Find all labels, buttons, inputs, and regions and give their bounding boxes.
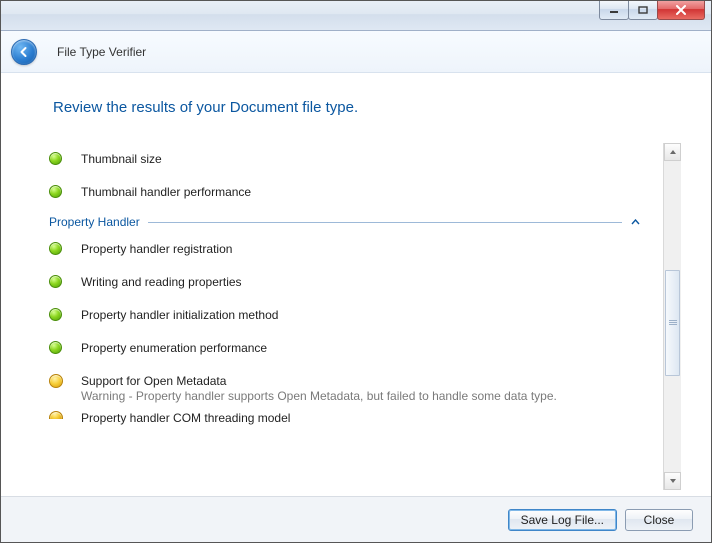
results-list: Thumbnail size Thumbnail handler perform…	[31, 143, 660, 490]
page-heading: Review the results of your Document file…	[53, 99, 711, 116]
app-title: File Type Verifier	[57, 45, 146, 59]
arrow-left-icon	[17, 45, 31, 59]
scrollbar-thumb[interactable]	[665, 270, 680, 376]
result-title: Property handler registration	[81, 241, 640, 257]
status-ok-icon	[49, 274, 65, 288]
result-row: Support for Open Metadata Warning - Prop…	[49, 365, 640, 408]
close-wizard-button[interactable]: Close	[625, 509, 693, 531]
result-row: Thumbnail handler performance	[49, 176, 640, 209]
close-button[interactable]	[657, 1, 705, 20]
result-title: Property handler COM threading model	[81, 410, 640, 426]
status-ok-icon	[49, 151, 65, 165]
save-log-button[interactable]: Save Log File...	[508, 509, 617, 531]
status-ok-icon	[49, 307, 65, 321]
result-title: Property enumeration performance	[81, 340, 640, 356]
section-rule	[148, 222, 622, 223]
status-ok-icon	[49, 184, 65, 198]
back-button[interactable]	[11, 39, 37, 65]
result-title: Thumbnail size	[81, 151, 640, 167]
minimize-button[interactable]	[599, 1, 629, 20]
result-title: Thumbnail handler performance	[81, 184, 640, 200]
result-row: Property handler COM threading model	[49, 408, 640, 435]
result-row: Thumbnail size	[49, 143, 640, 176]
chevron-up-icon	[630, 217, 640, 227]
result-title: Property handler initialization method	[81, 307, 640, 323]
scroll-up-button[interactable]	[664, 143, 681, 161]
footer-bar: Save Log File... Close	[1, 496, 711, 542]
chevron-up-icon	[669, 149, 677, 155]
result-title: Support for Open Metadata	[81, 373, 640, 389]
scrollbar-vertical[interactable]	[663, 143, 681, 490]
result-subtitle: Warning - Property handler supports Open…	[81, 389, 640, 404]
scroll-down-button[interactable]	[664, 472, 681, 490]
status-ok-icon	[49, 340, 65, 354]
content-area: Review the results of your Document file…	[1, 73, 711, 496]
results-panel: Thumbnail size Thumbnail handler perform…	[31, 143, 681, 490]
chevron-down-icon	[669, 478, 677, 484]
window-controls	[600, 1, 705, 20]
result-row: Property handler initialization method	[49, 299, 640, 332]
status-warning-icon	[49, 373, 65, 388]
titlebar	[1, 1, 711, 31]
scrollbar-grip-icon	[669, 319, 677, 326]
result-title: Writing and reading properties	[81, 274, 640, 290]
result-row: Property handler registration	[49, 233, 640, 266]
scrollbar-track[interactable]	[664, 161, 681, 472]
status-warning-icon	[49, 410, 65, 419]
result-row: Writing and reading properties	[49, 266, 640, 299]
section-header-property-handler[interactable]: Property Handler	[49, 215, 640, 229]
wizard-window: File Type Verifier Review the results of…	[0, 0, 712, 543]
section-label: Property Handler	[49, 215, 140, 229]
maximize-button[interactable]	[628, 1, 658, 20]
status-ok-icon	[49, 241, 65, 255]
wizard-header: File Type Verifier	[1, 31, 711, 73]
result-row: Property enumeration performance	[49, 332, 640, 365]
